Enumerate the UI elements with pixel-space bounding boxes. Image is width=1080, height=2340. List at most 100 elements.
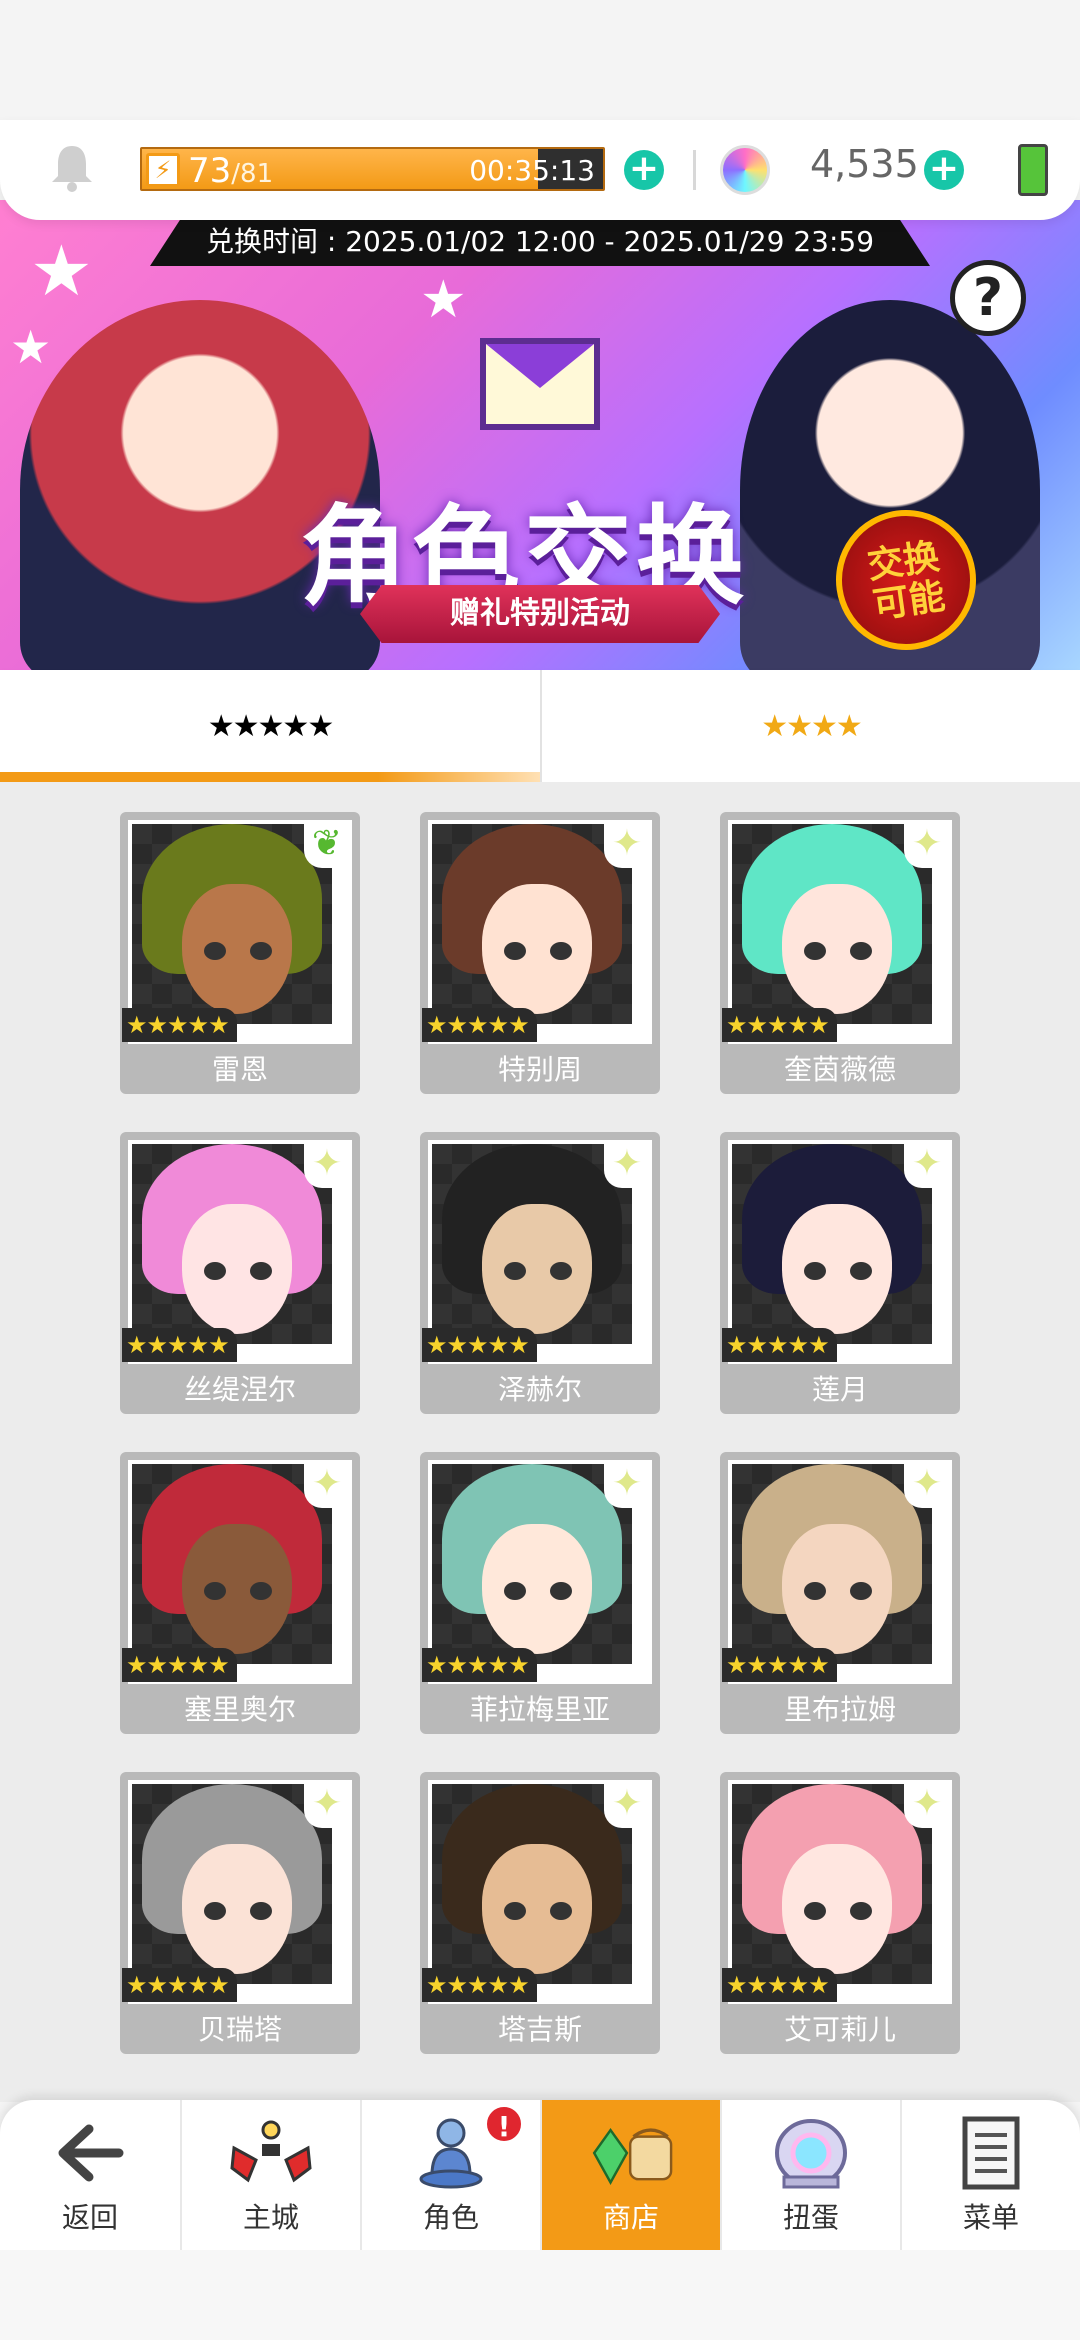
- portrait-eye: [504, 1582, 526, 1600]
- exchange-period: 兑换时间 : 2025.01/02 12:00 - 2025.01/29 23:…: [150, 218, 930, 266]
- character-portrait: [732, 824, 932, 1024]
- portrait-eye: [204, 1262, 226, 1280]
- character-name: 菲拉梅里亚: [469, 1693, 610, 1726]
- portrait-face: [182, 1524, 292, 1654]
- portrait-face: [782, 1844, 892, 1974]
- rarity-stars: ★★★★★: [122, 1008, 237, 1042]
- character-card[interactable]: ✦ ★★★★★ 里布拉姆: [720, 1452, 960, 1734]
- character-portrait: [432, 1144, 632, 1344]
- star-decoration-icon: ★: [10, 320, 52, 374]
- character-card[interactable]: ✦ ★★★★★ 特别周: [420, 812, 660, 1094]
- leaf-icon: ❦: [304, 822, 350, 868]
- portrait-eye: [250, 1582, 272, 1600]
- portrait-eye: [850, 1262, 872, 1280]
- portrait-face: [482, 884, 592, 1014]
- bell-icon[interactable]: [48, 142, 96, 194]
- character-name: 艾可莉儿: [783, 2013, 896, 2046]
- portrait-face: [482, 1204, 592, 1334]
- rarity-stars: ★★★★★: [122, 1648, 237, 1682]
- stamina-timer: 00:35:13: [469, 154, 595, 187]
- character-card[interactable]: ✦ ★★★★★ 艾可莉儿: [720, 1772, 960, 2054]
- character-portrait: [432, 1464, 632, 1664]
- portrait-face: [782, 884, 892, 1014]
- portrait-face: [182, 1204, 292, 1334]
- portrait-eye: [204, 1582, 226, 1600]
- rarity-stars: ★★★★★: [722, 1968, 837, 2002]
- sparkle-icon: ✦: [604, 822, 650, 868]
- portrait-eye: [250, 942, 272, 960]
- nav-characters[interactable]: ! 角色: [360, 2100, 540, 2250]
- character-card[interactable]: ✦ ★★★★★ 塞里奥尔: [120, 1452, 360, 1734]
- sparkle-icon: ✦: [604, 1782, 650, 1828]
- portrait-face: [182, 1844, 292, 1974]
- portrait-eye: [550, 1902, 572, 1920]
- character-card[interactable]: ✦ ★★★★★ 莲月: [720, 1132, 960, 1414]
- four-star-label: ★★★★: [761, 708, 863, 744]
- nav-home[interactable]: 主城: [180, 2100, 360, 2250]
- character-card[interactable]: ✦ ★★★★★ 泽赫尔: [420, 1132, 660, 1414]
- portrait-eye: [550, 1262, 572, 1280]
- character-name: 莲月: [811, 1373, 868, 1406]
- character-portrait: [432, 824, 632, 1024]
- rarity-stars: ★★★★★: [122, 1328, 237, 1362]
- character-portrait: [732, 1464, 932, 1664]
- portrait-eye: [850, 1902, 872, 1920]
- portrait-eye: [504, 1262, 526, 1280]
- character-card[interactable]: ✦ ★★★★★ 丝缇涅尔: [120, 1132, 360, 1414]
- portrait-eye: [804, 1582, 826, 1600]
- rarity-stars: ★★★★★: [722, 1008, 837, 1042]
- nav-menu-label: 菜单: [962, 2201, 1019, 2234]
- rarity-tabs: ★★★★★ ★★★★: [0, 670, 1080, 782]
- character-portrait: [732, 1144, 932, 1344]
- sparkle-icon: ✦: [904, 1142, 950, 1188]
- back-arrow-icon: [45, 2114, 135, 2192]
- star-decoration-icon: ★: [30, 230, 93, 312]
- menu-list-icon: [946, 2114, 1036, 2192]
- bottom-navigation: 返回 主城 ! 角色 商店 扭蛋 菜单: [0, 2100, 1080, 2250]
- character-portrait: [132, 824, 332, 1024]
- portrait-eye: [804, 1262, 826, 1280]
- nav-menu[interactable]: 菜单: [900, 2100, 1080, 2250]
- character-card[interactable]: ✦ ★★★★★ 贝瑞塔: [120, 1772, 360, 2054]
- portrait-eye: [504, 1902, 526, 1920]
- sparkle-icon: ✦: [904, 822, 950, 868]
- character-portrait: [732, 1784, 932, 1984]
- tab-five-star[interactable]: ★★★★★: [0, 670, 540, 782]
- rarity-stars: ★★★★★: [722, 1648, 837, 1682]
- character-name: 泽赫尔: [497, 1373, 582, 1406]
- rarity-stars: ★★★★★: [422, 1008, 537, 1042]
- event-banner: ★ ★ ★ 兑换时间 : 2025.01/02 12:00 - 2025.01/…: [0, 200, 1080, 670]
- envelope-icon: [480, 338, 600, 430]
- gem-icon: [720, 145, 770, 195]
- add-gems-button[interactable]: +: [924, 150, 964, 190]
- help-button[interactable]: ?: [950, 260, 1026, 336]
- nav-home-label: 主城: [242, 2201, 299, 2234]
- rarity-stars: ★★★★★: [722, 1328, 837, 1362]
- character-name: 塞里奥尔: [183, 1693, 296, 1726]
- rarity-stars: ★★★★★: [422, 1328, 537, 1362]
- nav-gacha[interactable]: 扭蛋: [720, 2100, 900, 2250]
- stamina-max: /81: [231, 159, 274, 189]
- portrait-eye: [504, 942, 526, 960]
- character-card[interactable]: ✦ ★★★★★ 菲拉梅里亚: [420, 1452, 660, 1734]
- portrait-eye: [550, 1582, 572, 1600]
- portrait-face: [482, 1844, 592, 1974]
- portrait-eye: [250, 1262, 272, 1280]
- nav-back[interactable]: 返回: [0, 2100, 180, 2250]
- portrait-eye: [804, 1902, 826, 1920]
- character-card[interactable]: ✦ ★★★★★ 塔吉斯: [420, 1772, 660, 2054]
- rarity-stars: ★★★★★: [422, 1968, 537, 2002]
- sparkle-icon: ✦: [304, 1462, 350, 1508]
- character-name: 丝缇涅尔: [183, 1373, 296, 1406]
- character-card[interactable]: ❦ ★★★★★ 雷恩: [120, 812, 360, 1094]
- character-name: 特别周: [497, 1053, 582, 1086]
- tab-four-star[interactable]: ★★★★: [540, 670, 1080, 782]
- stamina-current: 73: [188, 151, 232, 191]
- portrait-face: [782, 1204, 892, 1334]
- portrait-eye: [204, 1902, 226, 1920]
- portrait-face: [782, 1524, 892, 1654]
- add-stamina-button[interactable]: +: [624, 150, 664, 190]
- rarity-stars: ★★★★★: [122, 1968, 237, 2002]
- nav-shop[interactable]: 商店: [540, 2100, 720, 2250]
- character-card[interactable]: ✦ ★★★★★ 奎茵薇德: [720, 812, 960, 1094]
